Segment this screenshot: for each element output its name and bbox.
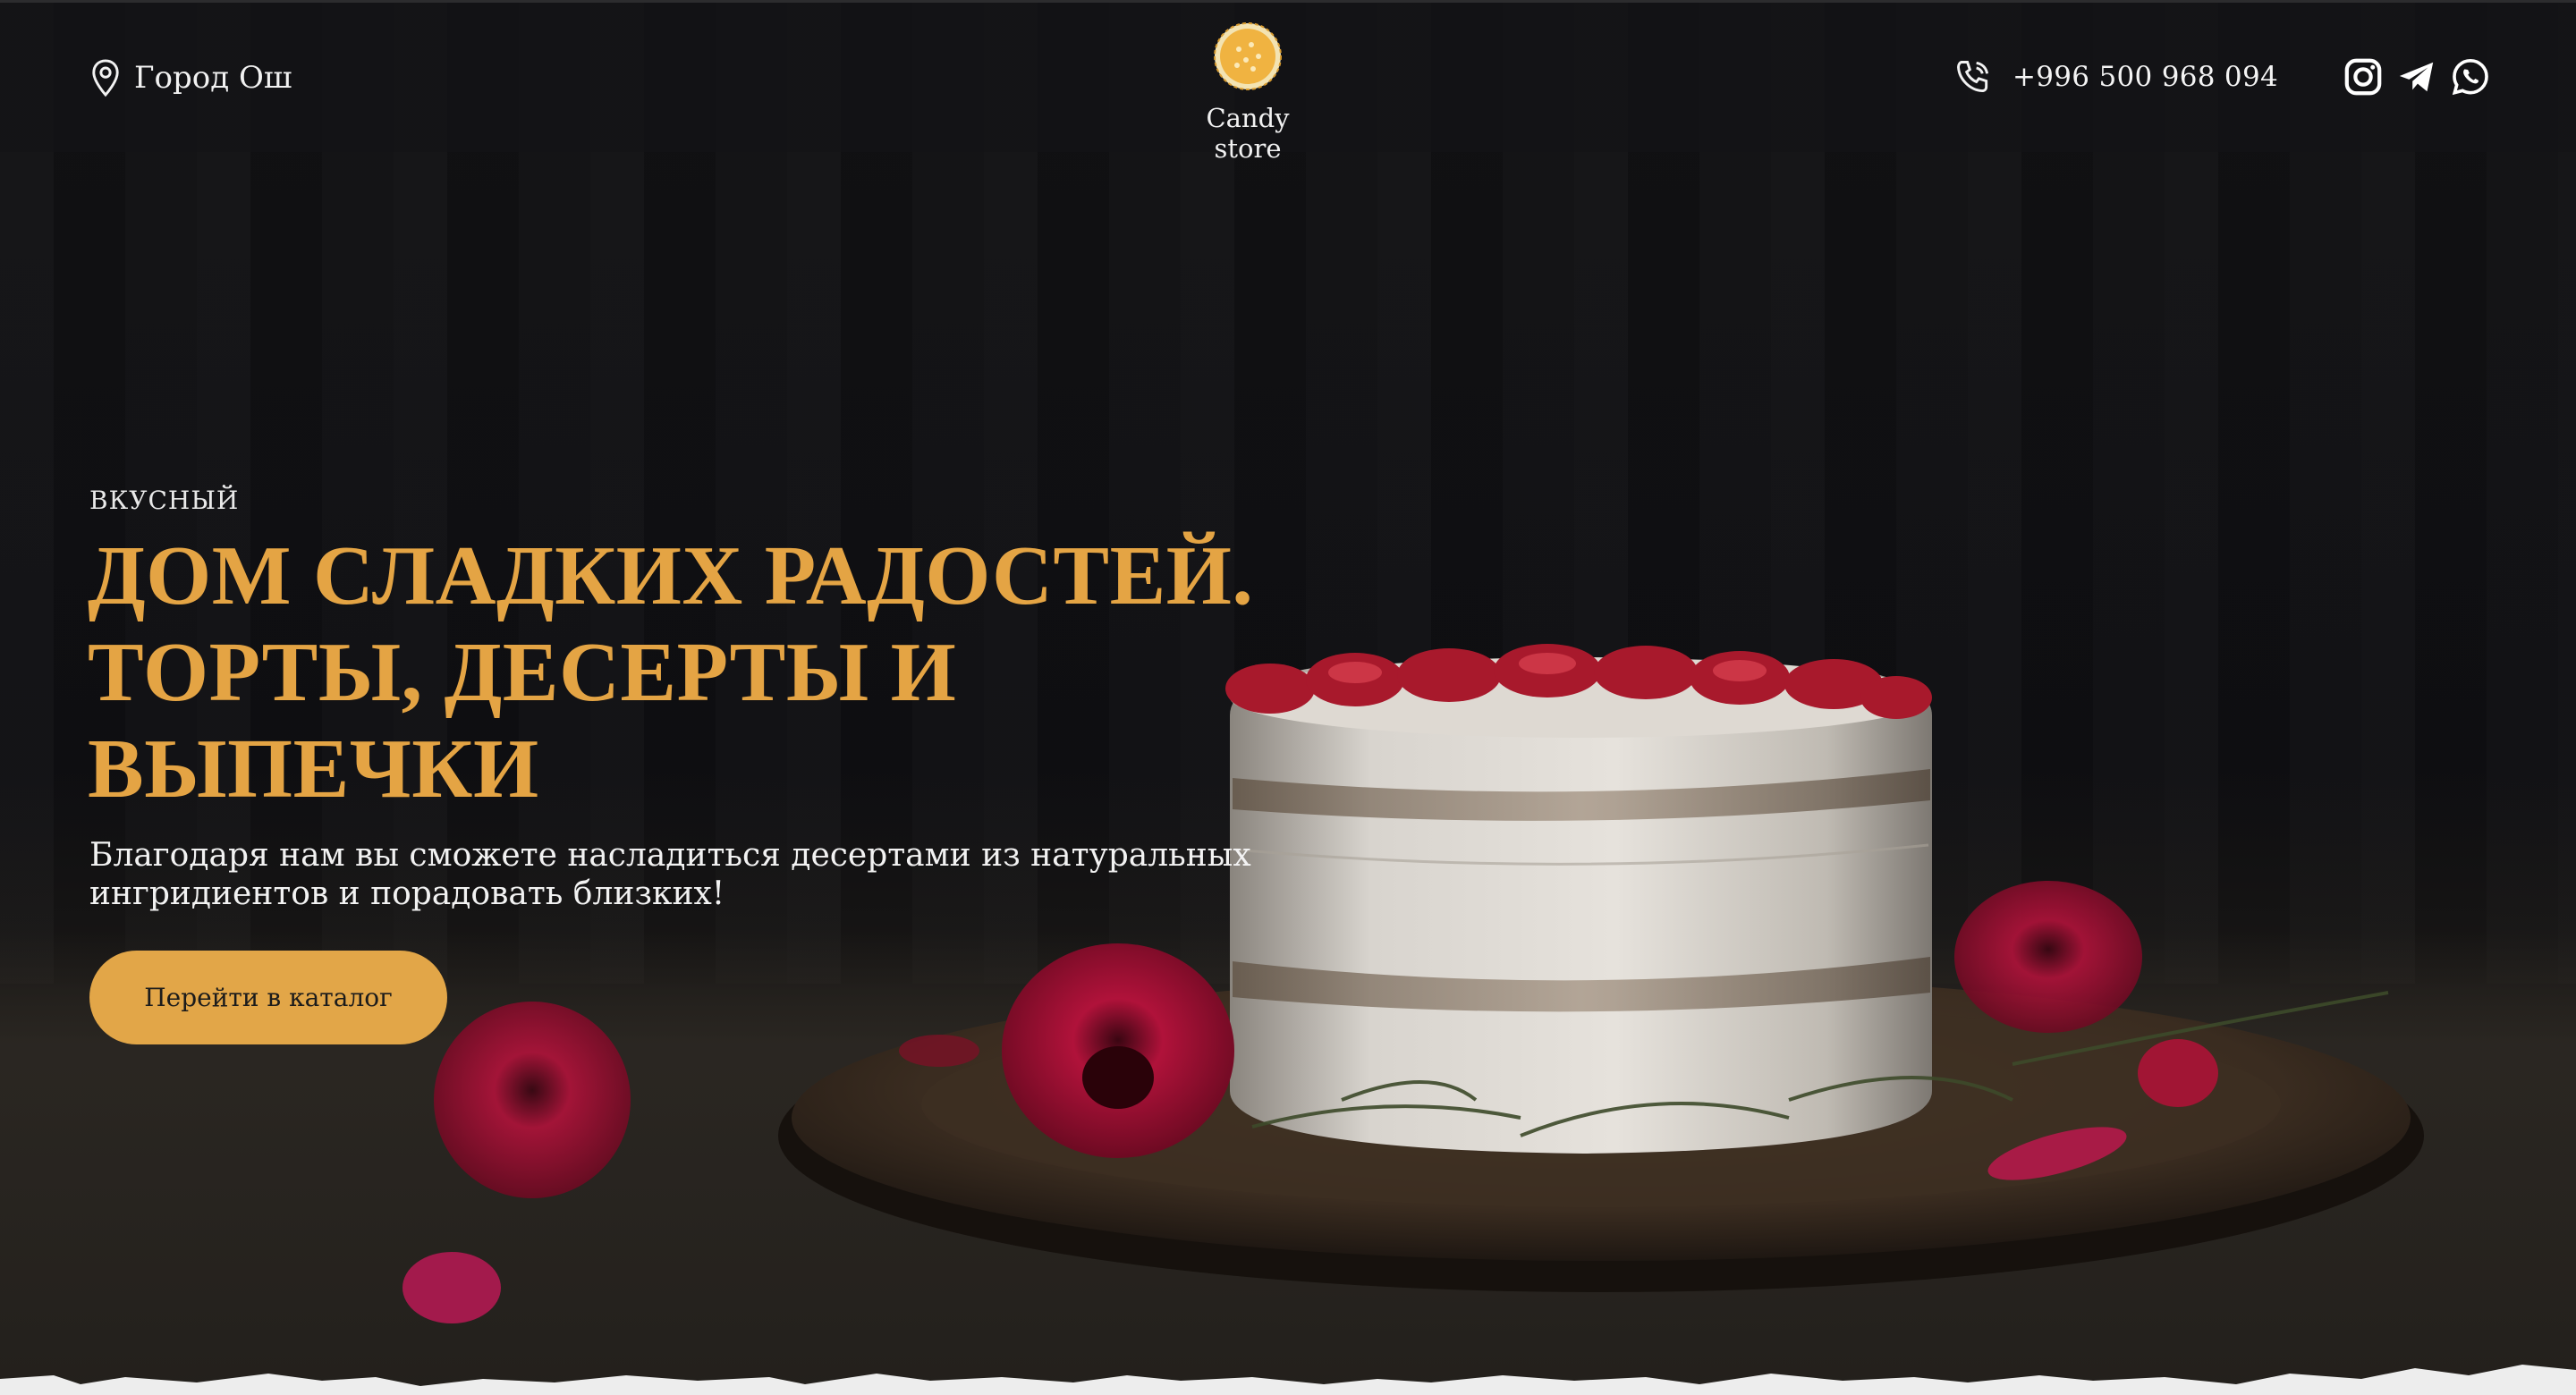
top-bar: Город Ош Candy store +996 500 968 094 [0, 0, 2576, 164]
torn-paper-edge [0, 1365, 2576, 1395]
hero-title: ДОМ СЛАДКИХ РАДОСТЕЙ. ТОРТЫ, ДЕСЕРТЫ И В… [88, 528, 1429, 817]
phone-icon [1957, 61, 1989, 93]
instagram-icon[interactable] [2343, 56, 2384, 97]
telegram-icon[interactable] [2396, 56, 2437, 97]
contacts: +996 500 968 094 [1953, 56, 2491, 97]
go-to-catalog-button[interactable]: Перейти в каталог [89, 951, 447, 1044]
hero-title-line: ТОРТЫ, ДЕСЕРТЫ И [88, 626, 957, 719]
map-pin-icon [92, 59, 119, 97]
brand-logo[interactable]: Candy store [1172, 21, 1324, 164]
candy-store-logo [1214, 22, 1282, 90]
hero-title-line: ВЫПЕЧКИ [88, 723, 539, 816]
hero-title-line: ДОМ СЛАДКИХ РАДОСТЕЙ. [88, 529, 1254, 622]
location[interactable]: Город Ош [89, 58, 292, 97]
city-label: Город Ош [134, 60, 292, 96]
brand-name: Candy store [1206, 103, 1290, 164]
hero-subtitle: Благодаря нам вы сможете насладиться дес… [89, 837, 1251, 912]
phone-number[interactable]: +996 500 968 094 [2012, 61, 2278, 93]
whatsapp-icon[interactable] [2450, 56, 2491, 97]
hero-kicker: ВКУСНЫЙ [89, 486, 240, 515]
